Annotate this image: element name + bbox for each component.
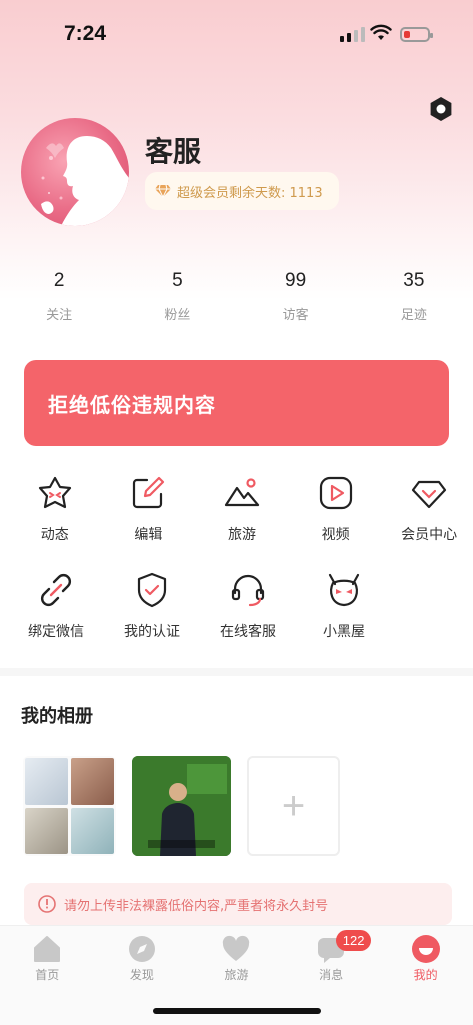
star-face-icon (38, 476, 71, 509)
section-divider (0, 668, 473, 676)
menu-item-bind-wechat[interactable]: 绑定微信 (11, 567, 101, 664)
status-bar: 7:24 (0, 0, 473, 70)
stat-value: 35 (403, 270, 425, 291)
menu-item-moments[interactable]: 动态 (11, 470, 99, 567)
info-icon (38, 895, 56, 913)
function-menu: 动态 编辑 旅游 视频 会员中心 绑定微信 我的认证 在线客服 小黑屋 (0, 470, 473, 664)
menu-label: 我的认证 (124, 624, 180, 640)
mountain-icon (224, 478, 260, 507)
home-icon (34, 936, 61, 962)
signal-icon (340, 27, 365, 42)
banner-text: 拒绝低俗违规内容 (48, 392, 216, 417)
stats-row: 2 关注 5 粉丝 99 访客 35 足迹 (0, 270, 473, 334)
wifi-icon (370, 24, 392, 40)
play-icon (319, 476, 352, 510)
stat-value: 5 (172, 270, 183, 291)
tab-label: 旅游 (224, 968, 249, 982)
menu-label: 绑定微信 (28, 624, 84, 640)
stat-label: 关注 (46, 308, 73, 323)
shield-check-icon (137, 572, 167, 608)
menu-label: 小黑屋 (323, 624, 365, 640)
tab-label: 消息 (319, 968, 344, 982)
menu-label: 旅游 (227, 527, 256, 543)
menu-item-online-service[interactable]: 在线客服 (203, 567, 293, 664)
album-row: + (23, 756, 340, 856)
menu-label: 会员中心 (401, 527, 458, 543)
menu-label: 在线客服 (220, 624, 276, 640)
diamond-icon (155, 184, 171, 198)
link-icon (41, 574, 71, 606)
album-photo[interactable] (132, 756, 231, 856)
add-photo-button[interactable]: + (247, 756, 340, 856)
heart-icon (223, 935, 250, 961)
stat-following[interactable]: 2 关注 (0, 270, 118, 334)
menu-label: 视频 (321, 527, 350, 543)
edit-icon (133, 476, 165, 509)
menu-item-blacklist[interactable]: 小黑屋 (299, 567, 389, 664)
menu-label: 编辑 (134, 527, 163, 543)
vip-badge[interactable]: 超级会员剩余天数: 1113 (145, 172, 339, 210)
gear-icon[interactable] (427, 95, 455, 123)
diamond-icon (412, 480, 447, 509)
battery-icon (400, 27, 433, 42)
status-time: 7:24 (64, 22, 107, 45)
menu-item-video[interactable]: 视频 (292, 470, 380, 567)
menu-item-verification[interactable]: 我的认证 (107, 567, 197, 664)
stat-value: 99 (285, 270, 307, 291)
vip-days-text: 超级会员剩余天数: 1113 (177, 185, 323, 201)
menu-item-travel[interactable]: 旅游 (198, 470, 286, 567)
tab-discover[interactable]: 发现 (95, 926, 190, 992)
headset-icon (231, 574, 265, 607)
compass-icon (128, 936, 155, 962)
menu-item-edit[interactable]: 编辑 (105, 470, 193, 567)
upload-warning: 请勿上传非法裸露低俗内容,严重者将永久封号 (24, 883, 452, 925)
album-photo[interactable] (23, 756, 116, 856)
tab-travel[interactable]: 旅游 (189, 926, 284, 992)
plus-icon: + (281, 783, 306, 828)
tab-messages[interactable]: 消息 122 (284, 926, 379, 992)
tab-mine[interactable]: 我的 (378, 926, 473, 992)
stat-value: 2 (53, 270, 65, 291)
tab-home[interactable]: 首页 (0, 926, 95, 992)
stat-label: 粉丝 (164, 308, 191, 323)
stat-visitors[interactable]: 99 访客 (237, 270, 355, 334)
stat-footprints[interactable]: 35 足迹 (355, 270, 473, 334)
unread-badge: 122 (335, 930, 372, 951)
home-indicator[interactable] (153, 1008, 321, 1014)
warning-text: 请勿上传非法裸露低俗内容,严重者将永久封号 (64, 898, 329, 914)
menu-item-vip-center[interactable]: 会员中心 (385, 470, 473, 567)
tab-label: 我的 (413, 968, 438, 982)
username: 客服 (145, 135, 202, 168)
profile-icon (411, 935, 440, 963)
tab-label: 首页 (35, 968, 60, 982)
content-policy-banner[interactable]: 拒绝低俗违规内容 (24, 360, 449, 446)
avatar[interactable] (21, 118, 129, 226)
stat-followers[interactable]: 5 粉丝 (118, 270, 236, 334)
devil-icon (328, 573, 360, 607)
stat-label: 足迹 (400, 308, 427, 323)
stat-label: 访客 (282, 308, 309, 323)
tab-label: 发现 (129, 968, 154, 982)
album-title: 我的相册 (21, 706, 93, 727)
menu-label: 动态 (40, 527, 69, 543)
